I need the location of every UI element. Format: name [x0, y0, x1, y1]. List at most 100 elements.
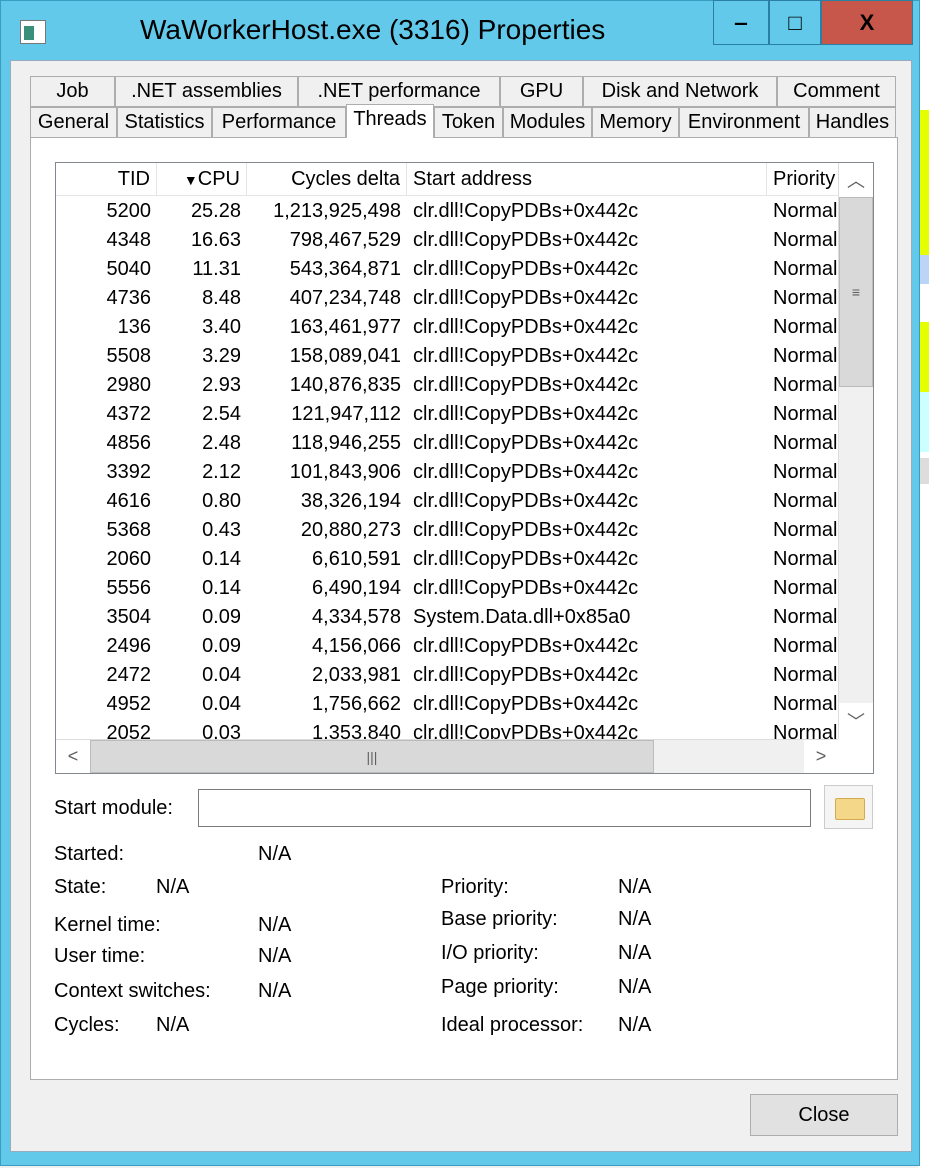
- tab-memory[interactable]: Memory: [592, 107, 679, 138]
- cell-cpu: 0.80: [202, 490, 241, 512]
- table-row[interactable]: 136 3.40 163,461,977 clr.dll!CopyPDBs+0x442…: [56, 313, 838, 342]
- state-value: N/A: [156, 876, 190, 898]
- cell-start-address: clr.dll!CopyPDBs+0x442c: [413, 635, 639, 657]
- app-icon[interactable]: [20, 20, 46, 44]
- cell-cycles-delta: 121,947,112: [291, 403, 401, 425]
- column-header-tid[interactable]: TID: [56, 163, 157, 196]
- tab-statistics[interactable]: Statistics: [117, 107, 212, 138]
- cell-priority: Normal: [773, 635, 838, 657]
- cell-start-address: clr.dll!CopyPDBs+0x442c: [413, 345, 639, 367]
- cell-start-address: clr.dll!CopyPDBs+0x442c: [413, 316, 639, 338]
- tab-threads[interactable]: Threads: [346, 104, 434, 138]
- cell-tid: 4372: [106, 403, 152, 425]
- tab-environment[interactable]: Environment: [679, 107, 809, 138]
- tab-net-assemblies[interactable]: .NET assemblies: [115, 76, 298, 107]
- table-row[interactable]: 4616 0.80 38,326,194 clr.dll!CopyPDBs+0x442…: [56, 487, 838, 516]
- io-priority-label: I/O priority:: [441, 942, 539, 964]
- tab-net-performance[interactable]: .NET performance: [298, 76, 500, 107]
- cell-priority: Normal: [773, 577, 838, 599]
- table-row[interactable]: 5040 11.31 543,364,871 clr.dll!CopyPDBs+0x4…: [56, 255, 838, 284]
- cell-cpu: 11.31: [192, 258, 241, 280]
- tab-handles[interactable]: Handles: [809, 107, 896, 138]
- cell-tid: 4736: [106, 287, 152, 309]
- horizontal-scroll-thumb[interactable]: |||: [90, 740, 654, 773]
- column-header-priority[interactable]: Priority: [767, 163, 838, 196]
- table-row[interactable]: 5508 3.29 158,089,041 clr.dll!CopyPDBs+0x44…: [56, 342, 838, 371]
- cell-priority: Normal: [773, 693, 838, 715]
- horizontal-scrollbar[interactable]: < ||| >: [56, 739, 838, 773]
- started-value: N/A: [258, 843, 292, 865]
- tab-modules[interactable]: Modules: [503, 107, 592, 138]
- cell-cpu: 0.04: [202, 664, 241, 686]
- cell-cycles-delta: 6,610,591: [312, 548, 401, 570]
- page-priority-value: N/A: [618, 976, 652, 998]
- cell-start-address: clr.dll!CopyPDBs+0x442c: [413, 432, 639, 454]
- cell-cycles-delta: 798,467,529: [289, 229, 401, 251]
- cell-cycles-delta: 4,334,578: [312, 606, 401, 628]
- cell-cpu: 16.63: [190, 229, 241, 251]
- tab-gpu[interactable]: GPU: [500, 76, 583, 107]
- cell-cpu: 8.48: [202, 287, 241, 309]
- priority-value: N/A: [618, 876, 652, 898]
- cell-cpu: 2.93: [202, 374, 241, 396]
- table-row[interactable]: 2980 2.93 140,876,835 clr.dll!CopyPDBs+0x44…: [56, 371, 838, 400]
- tab-token[interactable]: Token: [434, 107, 503, 138]
- scroll-up-icon[interactable]: ︿: [839, 163, 873, 197]
- kernel-time-label: Kernel time:: [54, 914, 161, 936]
- cell-cpu: 0.09: [202, 635, 241, 657]
- base-priority-label: Base priority:: [441, 908, 558, 930]
- table-row[interactable]: 5200 25.28 1,213,925,498 clr.dll!CopyPDBs+0…: [56, 197, 838, 226]
- cell-tid: 3392: [106, 461, 152, 483]
- cell-priority: Normal: [773, 345, 838, 367]
- cell-cycles-delta: 163,461,977: [289, 316, 401, 338]
- tab-performance[interactable]: Performance: [212, 107, 346, 138]
- table-row[interactable]: 5556 0.14 6,490,194 clr.dll!CopyPDBs+0x442c…: [56, 574, 838, 603]
- column-header-cpu[interactable]: ▼CPU: [157, 163, 247, 196]
- cell-cpu: 0.09: [202, 606, 241, 628]
- table-row[interactable]: 4856 2.48 118,946,255 clr.dll!CopyPDBs+0x44…: [56, 429, 838, 458]
- cell-cycles-delta: 158,089,041: [289, 345, 401, 367]
- table-row[interactable]: 3392 2.12 101,843,906 clr.dll!CopyPDBs+0x44…: [56, 458, 838, 487]
- cell-priority: Normal: [773, 316, 838, 338]
- minimize-button[interactable]: ‒: [713, 0, 769, 45]
- maximize-button[interactable]: □: [769, 0, 821, 45]
- cell-cycles-delta: 38,326,194: [300, 490, 401, 512]
- scroll-right-icon[interactable]: >: [804, 740, 838, 773]
- scroll-left-icon[interactable]: <: [56, 740, 90, 773]
- cell-start-address: clr.dll!CopyPDBs+0x442c: [413, 287, 639, 309]
- tab-general[interactable]: General: [30, 107, 117, 138]
- table-row[interactable]: 4372 2.54 121,947,112 clr.dll!CopyPDBs+0x44…: [56, 400, 838, 429]
- cell-cycles-delta: 2,033,981: [312, 664, 401, 686]
- scroll-thumb[interactable]: ≡: [839, 197, 873, 387]
- tab-comment[interactable]: Comment: [777, 76, 896, 107]
- table-row[interactable]: 5368 0.43 20,880,273 clr.dll!CopyPDBs+0x442…: [56, 516, 838, 545]
- table-row[interactable]: 4952 0.04 1,756,662 clr.dll!CopyPDBs+0x442c…: [56, 690, 838, 719]
- scroll-down-icon[interactable]: ﹀: [839, 703, 873, 739]
- column-header-cycles-delta[interactable]: Cycles delta: [247, 163, 407, 196]
- cell-cpu: 25.28: [190, 200, 241, 222]
- table-row[interactable]: 2496 0.09 4,156,066 clr.dll!CopyPDBs+0x442c…: [56, 632, 838, 661]
- cell-tid: 5040: [106, 258, 152, 280]
- cell-tid: 2496: [106, 635, 152, 657]
- table-row[interactable]: 3504 0.09 4,334,578 System.Data.dll+0x85a0 N…: [56, 603, 838, 632]
- cell-cpu: 0.14: [202, 548, 241, 570]
- column-header-start-address[interactable]: Start address: [407, 163, 767, 196]
- cell-tid: 4348: [106, 229, 152, 251]
- table-row[interactable]: 2472 0.04 2,033,981 clr.dll!CopyPDBs+0x442c…: [56, 661, 838, 690]
- table-row[interactable]: 2060 0.14 6,610,591 clr.dll!CopyPDBs+0x442c…: [56, 545, 838, 574]
- open-folder-icon[interactable]: [824, 785, 873, 829]
- cell-tid: 5368: [106, 519, 152, 541]
- cell-tid: 4616: [106, 490, 152, 512]
- table-row[interactable]: 4736 8.48 407,234,748 clr.dll!CopyPDBs+0x44…: [56, 284, 838, 313]
- cell-priority: Normal: [773, 200, 838, 222]
- vertical-scrollbar[interactable]: ︿ ≡ ﹀: [838, 163, 873, 739]
- cell-cpu: 0.14: [202, 577, 241, 599]
- start-module-field[interactable]: [198, 789, 811, 827]
- cell-tid: 2980: [106, 374, 152, 396]
- close-button[interactable]: Close: [750, 1094, 898, 1136]
- tab-disk-and-network[interactable]: Disk and Network: [583, 76, 777, 107]
- tab-job[interactable]: Job: [30, 76, 115, 107]
- threads-list[interactable]: TID ▼CPU Cycles delta Start address Prio…: [55, 162, 874, 774]
- close-window-button[interactable]: X: [821, 0, 913, 45]
- table-row[interactable]: 4348 16.63 798,467,529 clr.dll!CopyPDBs+0x4…: [56, 226, 838, 255]
